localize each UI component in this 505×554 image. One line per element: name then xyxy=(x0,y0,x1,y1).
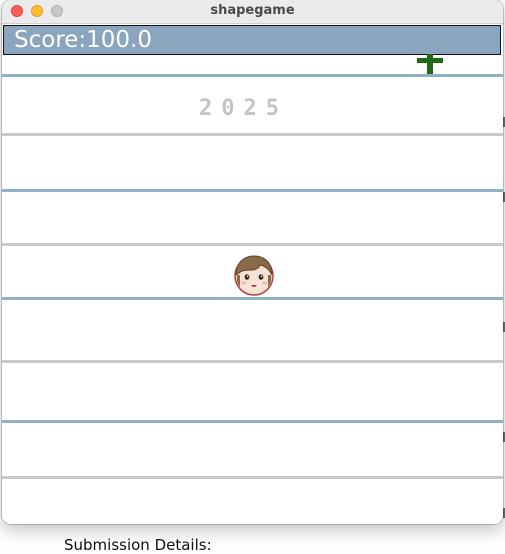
lane-divider xyxy=(2,243,503,246)
lane-divider xyxy=(2,297,503,300)
plus-icon xyxy=(417,54,443,74)
lane-divider xyxy=(2,189,503,192)
lane-divider xyxy=(2,420,503,423)
lane-divider xyxy=(2,133,503,136)
score-display: Score:100.0 xyxy=(14,27,153,53)
score-bar: Score:100.0 xyxy=(3,25,501,55)
lane-divider xyxy=(2,74,503,77)
app-window: shapegame Score:100.0 2025 xyxy=(2,0,503,524)
submission-details-label: Submission Details: xyxy=(64,536,212,554)
lane-divider xyxy=(2,360,503,363)
game-canvas[interactable]: Score:100.0 2025 xyxy=(2,24,503,524)
title-bar[interactable]: shapegame xyxy=(2,0,503,24)
girl-face-icon[interactable] xyxy=(232,253,276,297)
window-title: shapegame xyxy=(210,3,295,18)
year-label: 2025 xyxy=(199,96,288,121)
lane-divider xyxy=(2,476,503,479)
